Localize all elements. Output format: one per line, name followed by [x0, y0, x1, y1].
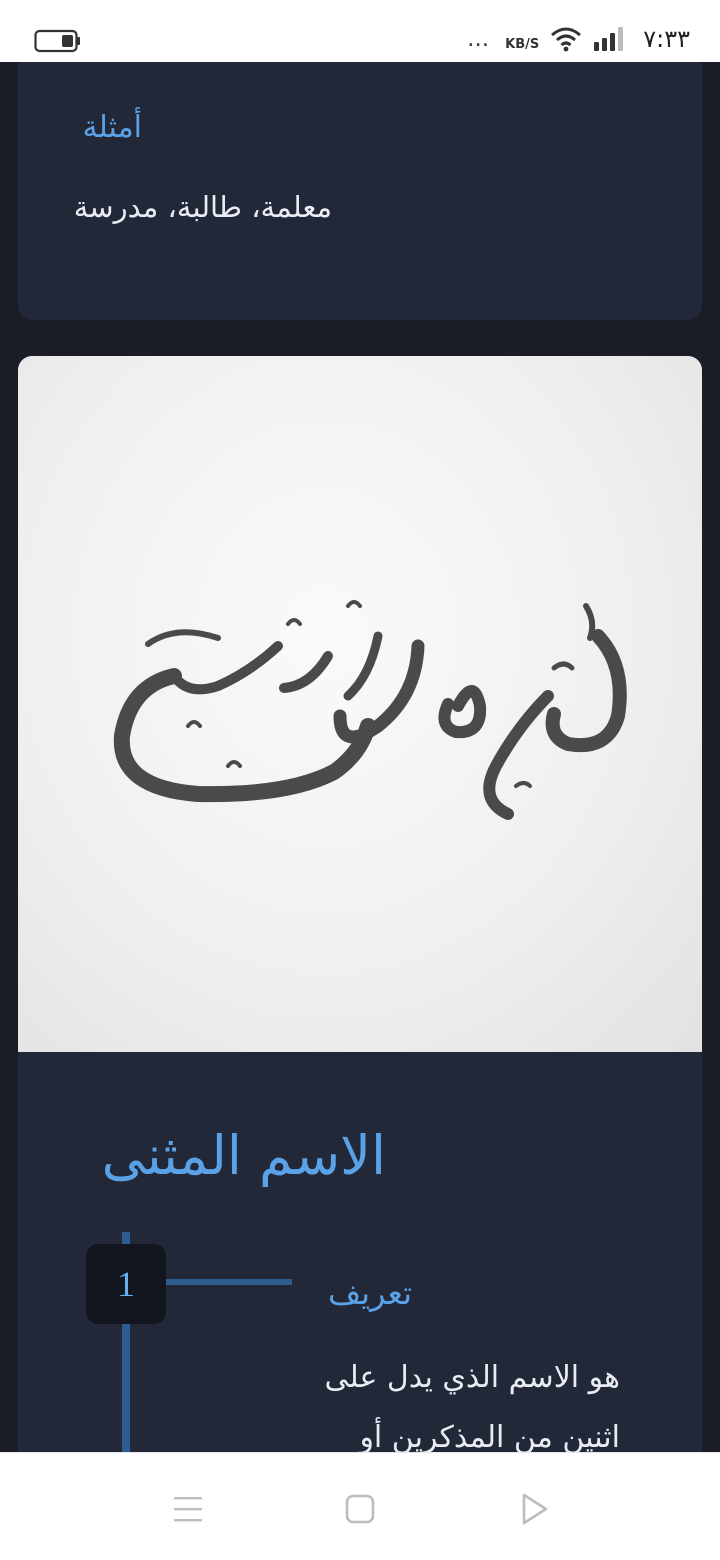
battery-icon	[34, 29, 80, 53]
status-bar: … KB/S ٧:٣٣	[0, 0, 720, 62]
wifi-icon	[551, 27, 582, 52]
network-speed: KB/S	[505, 36, 540, 52]
step-number-badge: 1	[86, 1244, 166, 1324]
menu-icon[interactable]	[168, 1489, 208, 1529]
page-content[interactable]: أمثلة معلمة، طالبة، مدرسة الاسم المثنى 1…	[0, 62, 720, 1452]
back-icon[interactable]	[514, 1489, 554, 1529]
navigation-bar	[0, 1452, 720, 1560]
examples-label: أمثلة	[82, 110, 142, 145]
signal-icon	[594, 27, 624, 51]
step-connector	[166, 1279, 292, 1285]
step-body: هو الاسم الذي يدل على اثنين من المذكرين …	[324, 1360, 620, 1452]
step-title: تعريف	[327, 1274, 412, 1312]
notification-dots: …	[467, 26, 492, 52]
calligraphy-artwork	[113, 600, 627, 820]
step-number: 1	[117, 1264, 135, 1304]
status-indicators: … KB/S ٧:٣٣	[467, 22, 690, 56]
section-title: الاسم المثنى	[101, 1124, 386, 1187]
dual-noun-card: الاسم المثنى 1 تعريف هو الاسم الذي يدل ع…	[18, 356, 702, 1452]
examples-card: أمثلة معلمة، طالبة، مدرسة	[18, 62, 702, 320]
examples-text: معلمة، طالبة، مدرسة	[73, 190, 332, 224]
status-clock: ٧:٣٣	[643, 25, 690, 53]
calligraphy-image	[18, 356, 702, 1052]
home-icon[interactable]	[340, 1489, 380, 1529]
